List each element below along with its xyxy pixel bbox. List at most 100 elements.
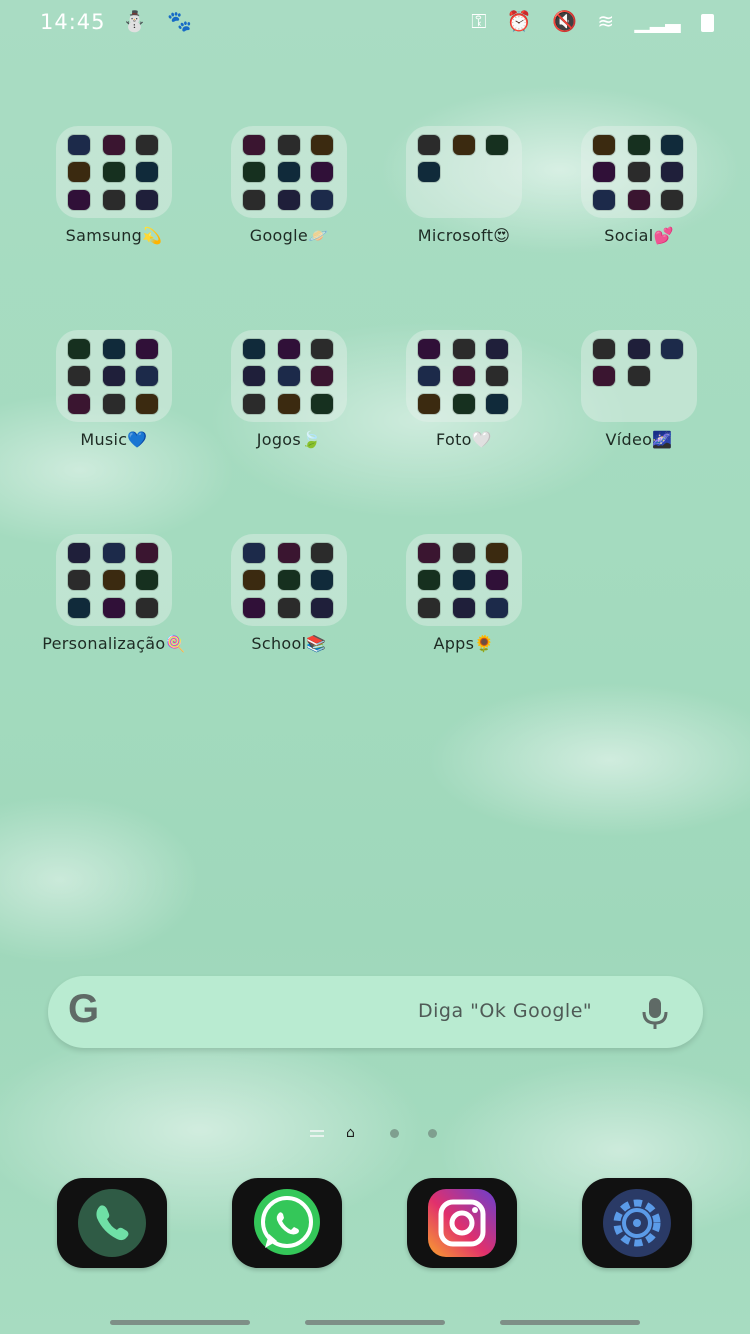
play-store-icon — [311, 135, 333, 155]
folder[interactable]: Apps🌻 — [406, 534, 522, 653]
drive-icon — [243, 190, 265, 210]
folder[interactable]: Music💙 — [56, 330, 172, 449]
video2-icon — [628, 339, 650, 359]
navigation-bar — [0, 1320, 750, 1326]
photo6-icon — [486, 366, 508, 386]
camera-icon — [418, 339, 440, 359]
folder-preview[interactable] — [56, 126, 172, 218]
folder-label: Personalização🍭 — [42, 634, 186, 653]
whatsapp-icon — [254, 1189, 320, 1255]
office-icon — [418, 135, 440, 155]
app6-icon — [486, 570, 508, 590]
penguin-icon — [68, 598, 90, 618]
folder-preview[interactable] — [581, 330, 697, 422]
microphone-icon[interactable] — [640, 996, 670, 1030]
app2-icon — [453, 543, 475, 563]
discord-icon — [628, 190, 650, 210]
gmail-icon — [243, 162, 265, 182]
subway-surfers-icon — [243, 394, 265, 414]
samsung-voice-icon — [136, 135, 158, 155]
folder-label: Microsoft😍 — [417, 226, 511, 245]
game8-icon — [278, 394, 300, 414]
samsung-files-icon — [68, 135, 90, 155]
folder[interactable]: Jogos🍃 — [231, 330, 347, 449]
folder[interactable]: Foto🤍 — [406, 330, 522, 449]
folder-preview[interactable] — [56, 534, 172, 626]
phone-icon — [78, 1189, 146, 1257]
folder-preview[interactable] — [56, 330, 172, 422]
mixer-icon — [68, 394, 90, 414]
school9-icon — [311, 598, 333, 618]
status-time: 14:45 — [40, 10, 106, 34]
nav-recent-button[interactable] — [110, 1320, 250, 1325]
grid-app-icon — [661, 190, 683, 210]
deezer-icon — [103, 339, 125, 359]
fonts-icon — [68, 570, 90, 590]
chat-icon — [103, 598, 125, 618]
paw-icon: 🐾 — [167, 9, 193, 33]
music-widget-icon — [136, 394, 158, 414]
folder-preview[interactable] — [231, 534, 347, 626]
photo7-icon — [418, 394, 440, 414]
nav-home-button[interactable] — [305, 1320, 445, 1325]
search-hint: Diga "Ok Google" — [418, 1000, 593, 1022]
settings-icon — [603, 1189, 671, 1257]
wifi-app-icon — [453, 570, 475, 590]
status-left-icons: ⛄ 🐾 — [122, 9, 206, 33]
folder-preview[interactable] — [406, 534, 522, 626]
folder-preview[interactable] — [406, 330, 522, 422]
folder[interactable]: Google🪐 — [231, 126, 347, 245]
folder-preview[interactable] — [231, 330, 347, 422]
folder-preview[interactable] — [406, 126, 522, 218]
app8-icon — [453, 598, 475, 618]
instagram-icon — [428, 1189, 496, 1257]
instagram-app-icon[interactable] — [407, 1178, 517, 1268]
page-dot[interactable] — [428, 1129, 437, 1138]
google-search-bar[interactable]: G Diga "Ok Google" — [48, 976, 703, 1048]
spotify-icon — [68, 366, 90, 386]
google-logo-icon[interactable]: G — [68, 987, 99, 1032]
game2-icon — [278, 339, 300, 359]
folder-label: School📚 — [251, 634, 327, 653]
app3-icon — [486, 543, 508, 563]
page-dot[interactable] — [390, 1129, 399, 1138]
folder[interactable]: School📚 — [231, 534, 347, 653]
youtube-music-icon — [103, 394, 125, 414]
game6-icon — [311, 366, 333, 386]
whatsapp-app-icon[interactable] — [232, 1178, 342, 1268]
folder[interactable]: Microsoft😍 — [406, 126, 522, 245]
page-indicator: ⌂ — [0, 1124, 750, 1144]
phone-app-icon[interactable] — [57, 1178, 167, 1268]
chrome-icon — [278, 135, 300, 155]
camera-app-icon — [418, 570, 440, 590]
folder[interactable]: Samsung💫 — [56, 126, 172, 245]
folder[interactable]: Vídeo🌌 — [581, 330, 697, 449]
meet-icon — [278, 190, 300, 210]
pokemon-go-icon — [243, 366, 265, 386]
folder-preview[interactable] — [581, 126, 697, 218]
folder[interactable]: Social💕 — [581, 126, 697, 245]
widget-icon — [103, 543, 125, 563]
settings-app-icon[interactable] — [582, 1178, 692, 1268]
video5-icon — [628, 366, 650, 386]
folder-label: Samsung💫 — [65, 226, 163, 245]
nav-back-button[interactable] — [500, 1320, 640, 1325]
app9-icon — [486, 598, 508, 618]
folder-label: Google🪐 — [249, 226, 329, 245]
menu-lines-icon[interactable] — [310, 1130, 324, 1140]
youtube-icon — [311, 162, 333, 182]
game5-icon — [278, 366, 300, 386]
apple-music-icon — [136, 339, 158, 359]
home-page-indicator-icon[interactable]: ⌂ — [346, 1125, 355, 1141]
folder-label: Vídeo🌌 — [605, 430, 673, 449]
duolingo-icon — [311, 543, 333, 563]
folder[interactable]: Personalização🍭 — [42, 534, 185, 653]
yellow-app-icon — [593, 190, 615, 210]
instagram-icon — [593, 162, 615, 182]
folder-preview[interactable] — [231, 126, 347, 218]
tiktok-icon — [593, 135, 615, 155]
galaxy-wearable-icon — [103, 190, 125, 210]
samsung-health-icon — [103, 135, 125, 155]
key-icon: ⚿ — [471, 9, 487, 33]
folder-label: Music💙 — [80, 430, 148, 449]
